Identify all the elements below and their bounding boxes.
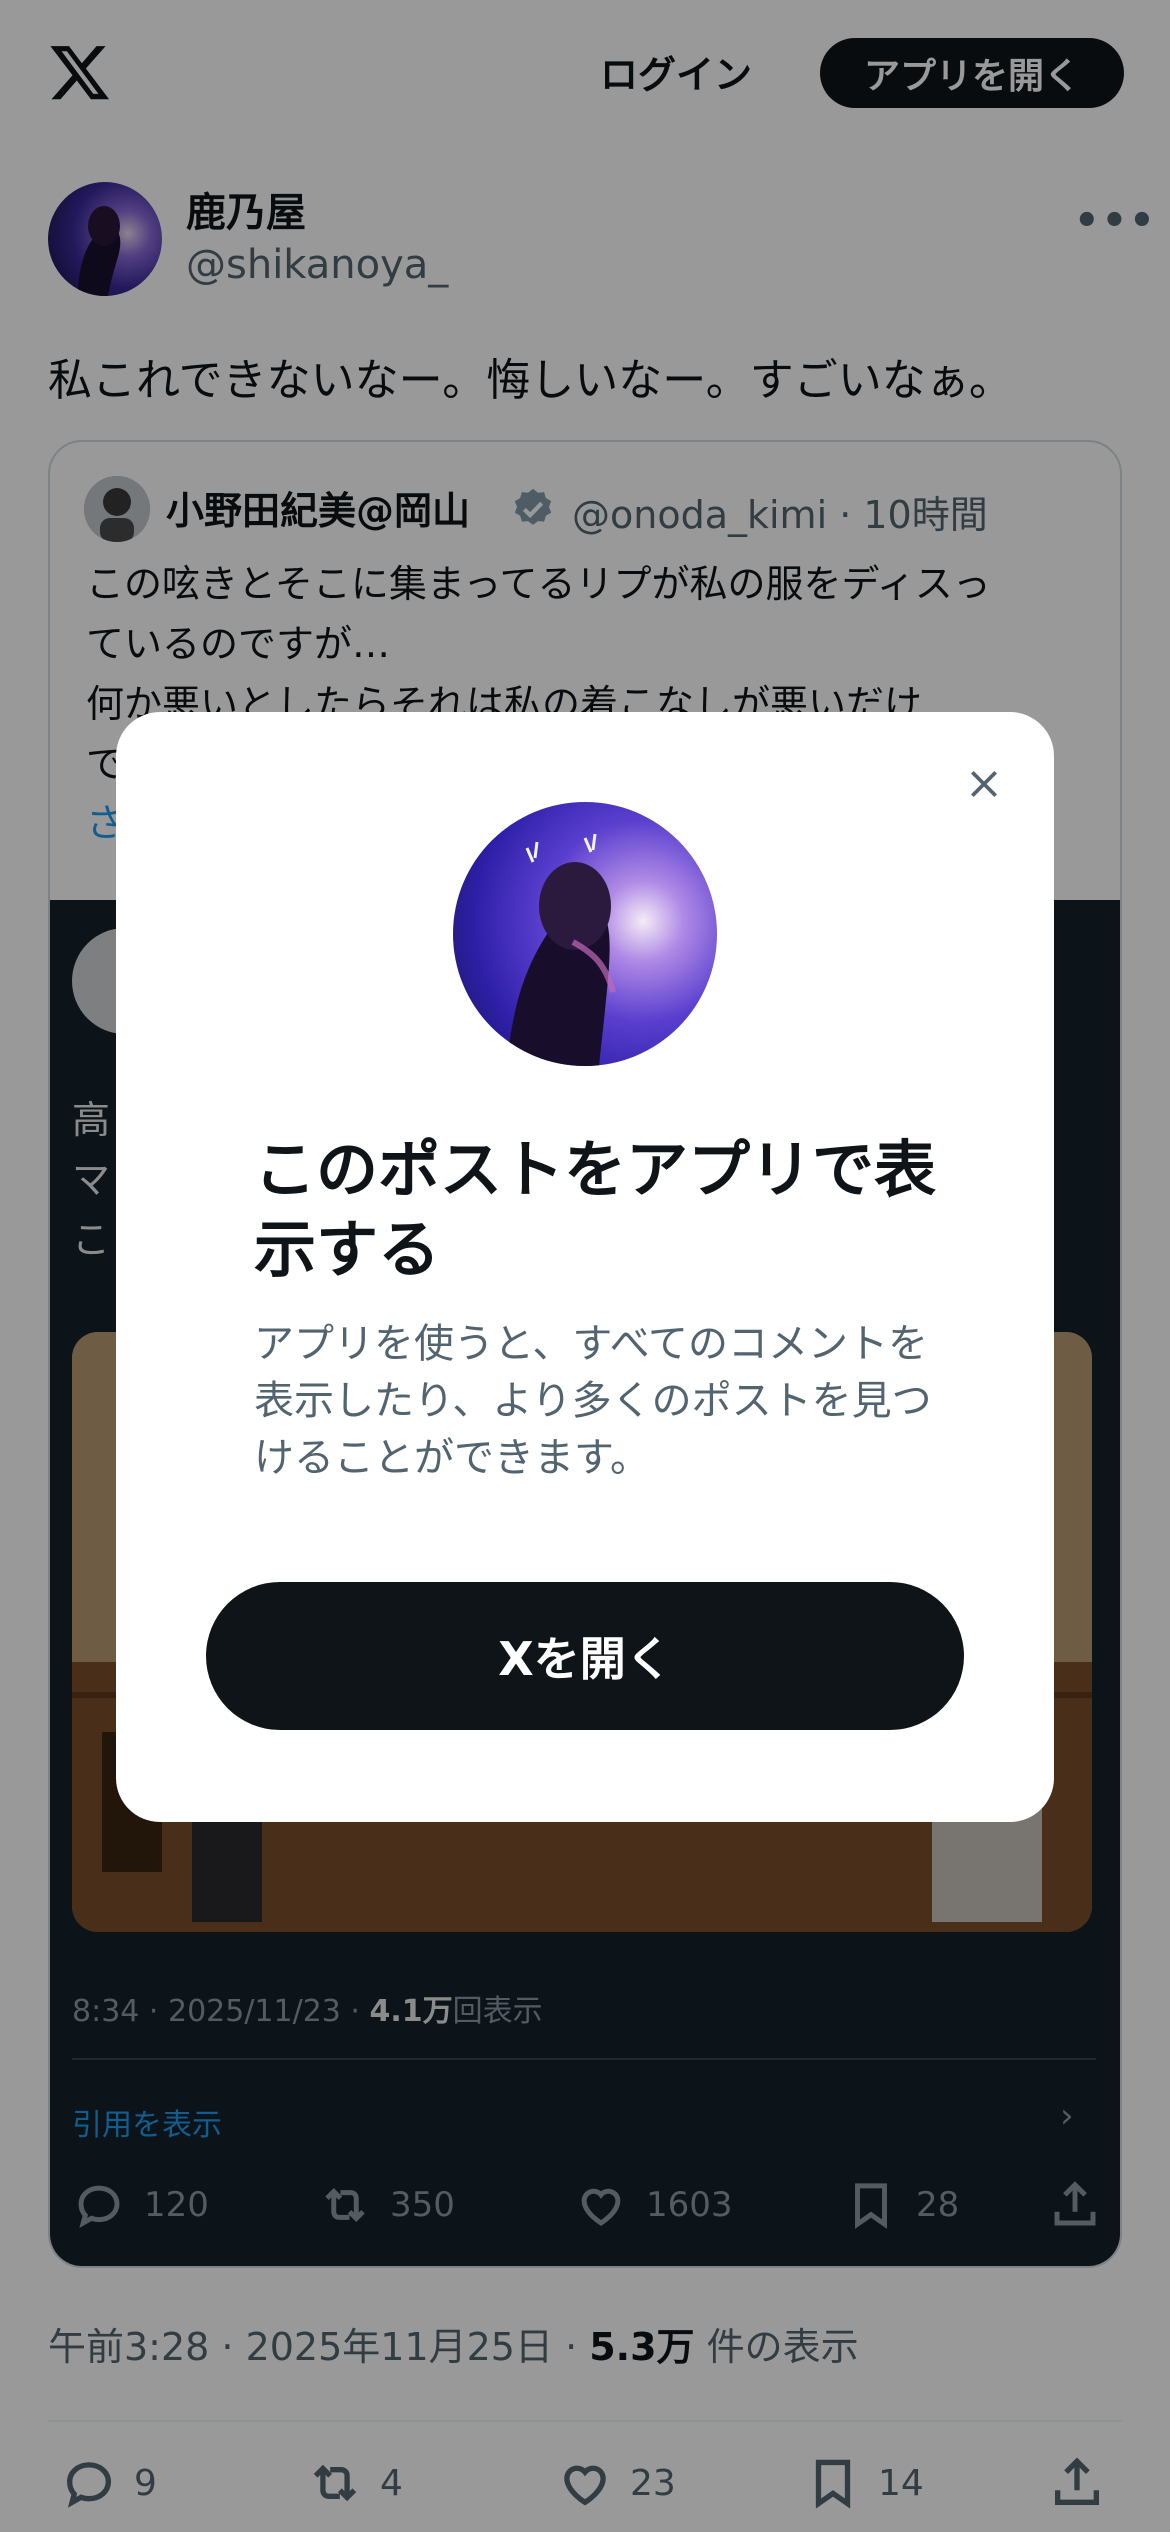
dialog-title: このポストをアプリで表示する xyxy=(254,1133,937,1286)
dialog-avatar xyxy=(453,802,717,1066)
open-x-button[interactable]: Xを開く xyxy=(206,1582,964,1730)
close-icon[interactable] xyxy=(954,754,1014,814)
dialog-description: アプリを使うと、すべてのコメントを表示したり、より多くのポストを見つけることがで… xyxy=(254,1321,932,1481)
open-in-app-dialog: このポストをアプリで表示する アプリを使うと、すべてのコメントを表示したり、より… xyxy=(116,712,1054,1822)
